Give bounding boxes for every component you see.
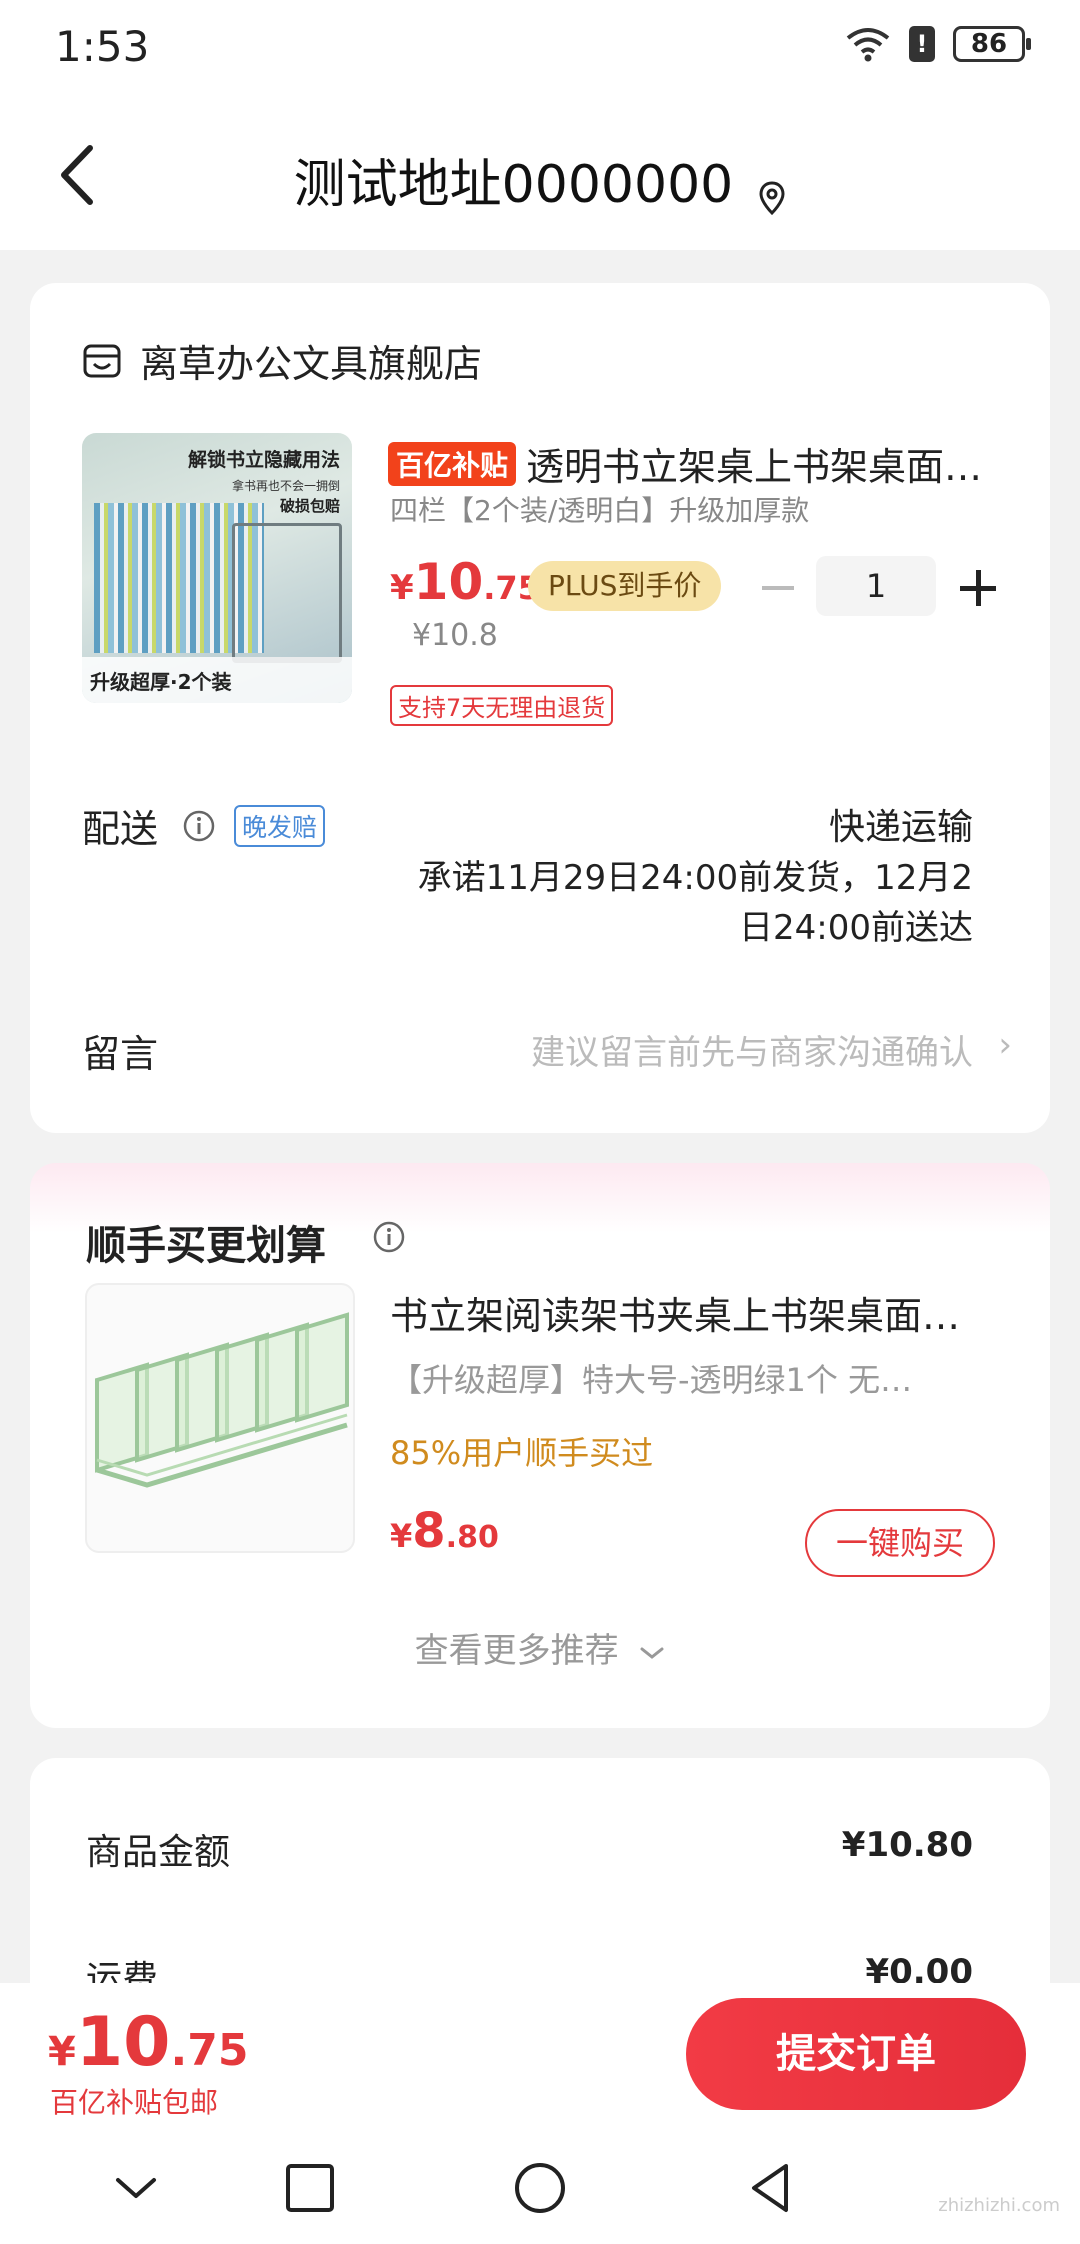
product-frame-graphic xyxy=(232,523,342,663)
alert-icon: ! xyxy=(909,26,935,62)
product-image-footer: 升级超厚·2个装 xyxy=(82,657,352,703)
goods-amount-label: 商品金额 xyxy=(86,1832,231,1873)
system-nav-bar xyxy=(0,2124,1080,2244)
recommend-product-image[interactable] xyxy=(85,1283,355,1553)
price-integer: 10 xyxy=(75,2003,171,2082)
price-currency: ¥ xyxy=(48,2029,76,2075)
submit-order-button[interactable]: 提交订单 xyxy=(686,1998,1026,2110)
price-decimal: .80 xyxy=(445,1520,499,1555)
header: 测试地址0000000 xyxy=(0,100,1080,250)
shipping-label: 配送 xyxy=(82,807,159,851)
total-note: 百亿补贴包邮 xyxy=(50,2086,219,2119)
quantity-decrease-button[interactable] xyxy=(758,573,798,603)
recommend-product-spec[interactable]: 【升级超厚】特大号-透明绿1个 无… xyxy=(390,1355,1020,1401)
chevron-down-icon[interactable] xyxy=(108,2160,164,2216)
more-recommendations-label: 查看更多推荐 xyxy=(414,1631,619,1671)
return-policy-tag: 支持7天无理由退货 xyxy=(390,685,614,726)
home-icon[interactable] xyxy=(512,2160,568,2216)
more-recommendations-button[interactable]: 查看更多推荐 xyxy=(30,1623,1050,1672)
shipping-row: 配送 晚发赔 xyxy=(82,798,326,853)
price-integer: 10 xyxy=(413,553,484,611)
chevron-down-icon xyxy=(640,1647,664,1659)
store-name: 离草办公文具旗舰店 xyxy=(140,342,483,386)
product-spec[interactable]: 四栏【2个装/透明白】升级加厚款 xyxy=(390,489,809,529)
one-click-buy-button[interactable]: 一键购买 xyxy=(805,1509,995,1577)
subsidy-tag: 百亿补贴 xyxy=(388,441,517,486)
plus-badge: PLUS到手价 xyxy=(528,561,722,611)
goods-amount-value: ¥10.80 xyxy=(841,1825,973,1865)
back-triangle-icon[interactable] xyxy=(742,2160,798,2216)
recommend-price: ¥8.80 xyxy=(390,1503,499,1559)
status-bar: 1:53 ! 86 xyxy=(0,0,1080,100)
status-time: 1:53 xyxy=(55,22,150,71)
quantity-field[interactable]: 1 xyxy=(816,556,936,616)
product-image-guarantee: 破损包赔 xyxy=(279,497,340,515)
store-icon xyxy=(83,344,121,377)
shipping-promise-line1: 承诺11月29日24:00前发货，12月2 xyxy=(417,858,973,898)
wifi-icon xyxy=(846,28,890,62)
recommend-buyers-note: 85%用户顺手买过 xyxy=(390,1434,654,1472)
address-selector[interactable]: 测试地址0000000 xyxy=(0,142,1080,217)
product-image-title: 解锁书立隐藏用法 xyxy=(187,449,340,471)
info-icon[interactable] xyxy=(182,809,216,843)
order-card: 离草办公文具旗舰店 解锁书立隐藏用法 拿书再也不会一拥倒 破损包赔 升级超厚·2… xyxy=(30,283,1050,1133)
message-input[interactable]: 建议留言前先与商家沟通确认 xyxy=(531,1025,973,1074)
recommend-card: 顺手买更划算 书立架阅读架书夹桌上书架桌面… 【升级超厚】特大号-透明绿1个 无… xyxy=(30,1163,1050,1728)
acrylic-rack-graphic xyxy=(95,1312,349,1488)
info-icon[interactable] xyxy=(372,1220,406,1254)
shipping-promise-line2: 日24:00前送达 xyxy=(739,908,973,948)
message-label: 留言 xyxy=(82,1032,159,1076)
product-price: ¥10.75 xyxy=(390,553,540,611)
battery-icon: 86 xyxy=(953,26,1031,62)
watermark: zhizhizhi.com xyxy=(938,2195,1060,2216)
product-image[interactable]: 解锁书立隐藏用法 拿书再也不会一拥倒 破损包赔 升级超厚·2个装 xyxy=(82,433,352,703)
store-row[interactable]: 离草办公文具旗舰店 xyxy=(82,333,482,388)
price-currency: ¥ xyxy=(390,1517,413,1555)
shipping-promise: 承诺11月29日24:00前发货，12月2 日24:00前送达 xyxy=(353,853,973,953)
original-price: ¥10.8 xyxy=(412,618,498,653)
total-price: ¥10.75 xyxy=(48,2003,248,2082)
shipping-method[interactable]: 快递运输 xyxy=(829,798,973,850)
product-title-row[interactable]: 百亿补贴 透明书立架桌上书架桌面… xyxy=(388,436,1008,491)
product-image-subtitle: 拿书再也不会一拥倒 xyxy=(231,479,340,493)
recent-apps-icon[interactable] xyxy=(282,2160,338,2216)
price-decimal: .75 xyxy=(170,2025,249,2076)
recommend-title: 顺手买更划算 xyxy=(86,1223,326,1269)
chevron-right-icon[interactable]: › xyxy=(998,1025,1012,1065)
quantity-increase-button[interactable] xyxy=(958,568,998,608)
location-pin-icon xyxy=(759,180,785,215)
product-title: 透明书立架桌上书架桌面… xyxy=(526,445,983,489)
price-integer: 8 xyxy=(412,1503,446,1559)
recommend-product-title[interactable]: 书立架阅读架书夹桌上书架桌面… xyxy=(390,1285,1010,1340)
checkout-bar: ¥10.75 百亿补贴包邮 提交订单 xyxy=(0,1983,1080,2124)
late-delivery-tag[interactable]: 晚发赔 xyxy=(234,804,326,847)
address-title: 测试地址0000000 xyxy=(293,155,734,215)
status-icons: ! 86 xyxy=(845,26,1031,62)
price-currency: ¥ xyxy=(390,568,414,608)
